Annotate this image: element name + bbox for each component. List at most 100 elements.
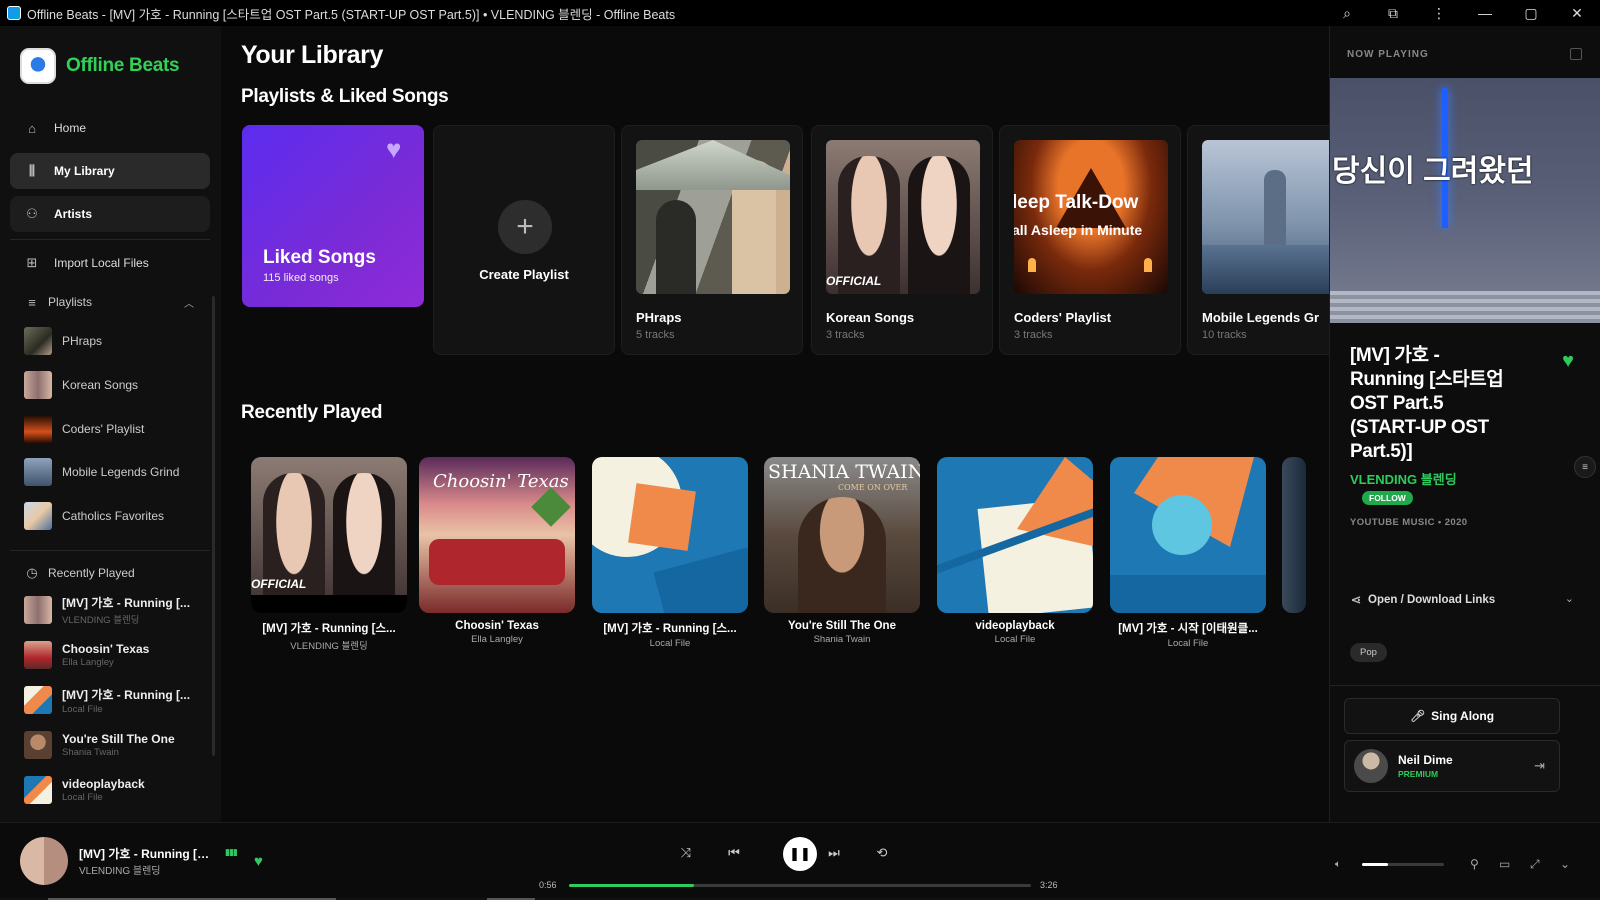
open-download-links[interactable]: ⋖ Open / Download Links xyxy=(1350,592,1550,608)
track-artwork xyxy=(1282,457,1306,613)
collapse-panel-icon[interactable] xyxy=(1570,48,1582,60)
player-track-artist[interactable]: VLENDING 블렌딩 xyxy=(79,862,161,877)
track-artist: Ella Langley xyxy=(62,657,114,668)
playlist-artwork: OFFICIAL xyxy=(826,140,980,294)
volume-icon[interactable]: 🔈︎ xyxy=(1335,859,1341,870)
player-track-title[interactable]: [MV] 가호 - Running [스... xyxy=(79,845,217,862)
main-content: Your Library Playlists & Liked Songs ♥ L… xyxy=(221,26,1329,822)
sidebar-recent-item[interactable]: [MV] 가호 - Running [... VLENDING 블렌딩 xyxy=(24,595,209,626)
track-artwork xyxy=(937,457,1093,613)
chevron-up-icon[interactable]: ︿ xyxy=(184,295,194,310)
sidebar-recent-item[interactable]: Choosin' Texas Ella Langley xyxy=(24,640,209,670)
section-title-playlists: Playlists & Liked Songs xyxy=(241,86,449,107)
heart-icon[interactable]: ♥ xyxy=(1562,350,1574,373)
sidebar-scrollbar[interactable] xyxy=(212,296,215,756)
sidebar-recent-item[interactable]: videoplayback Local File xyxy=(24,775,209,805)
sing-along-label: Sing Along xyxy=(1431,709,1495,723)
sidebar-recent-item[interactable]: [MV] 가호 - Running [... Local File xyxy=(24,685,209,715)
total-time: 3:26 xyxy=(1040,880,1058,890)
sidebar-recent-item[interactable]: You're Still The One Shania Twain xyxy=(24,730,209,760)
recent-card[interactable]: OFFICIAL [MV] 가호 - Running [스... VLENDIN… xyxy=(251,457,407,652)
track-title: You're Still The One xyxy=(62,732,175,746)
fullscreen-icon[interactable]: ⤢ xyxy=(1530,857,1540,872)
now-playing-meta: YOUTUBE MUSIC • 2020 xyxy=(1350,517,1468,528)
volume-slider[interactable] xyxy=(1362,863,1444,866)
sidebar: Offline Beats ⌂ Home ⫼ My Library ⚇ Arti… xyxy=(0,26,221,822)
liked-songs-title: Liked Songs xyxy=(263,247,376,268)
queue-icon[interactable]: ≡ xyxy=(1574,456,1596,478)
player-artwork[interactable] xyxy=(20,837,68,885)
next-icon[interactable]: ⏭︎ xyxy=(824,843,844,863)
track-title: [MV] 가호 - Running [... xyxy=(62,596,191,610)
app-logo[interactable]: Offline Beats xyxy=(20,48,180,84)
divider xyxy=(1330,685,1600,686)
nav-home[interactable]: ⌂ Home xyxy=(10,110,210,146)
track-artist: VLENDING 블렌딩 xyxy=(62,615,140,626)
extensions-icon[interactable]: ⧉ xyxy=(1370,0,1416,26)
playlist-name: Coders' Playlist xyxy=(62,422,145,436)
recent-card[interactable]: [MV] 가호 - 시작 [이태원클... Local File xyxy=(1110,457,1266,649)
playlist-title: Coders' Playlist xyxy=(1014,310,1112,325)
sidebar-playlist-item[interactable]: Catholics Favorites xyxy=(24,502,209,530)
playlist-card-korean-songs[interactable]: OFFICIAL Korean Songs 3 tracks xyxy=(811,125,993,355)
shuffle-icon[interactable]: ⤨ xyxy=(676,843,696,863)
recent-card[interactable]: SHANIA TWAIN COME ON OVER You're Still T… xyxy=(764,457,920,645)
sidebar-playlist-item[interactable]: Korean Songs xyxy=(24,371,209,399)
recent-card-partial[interactable] xyxy=(1282,457,1306,613)
more-options-icon[interactable]: ⋮ xyxy=(1416,0,1462,26)
search-icon[interactable]: ⌕ xyxy=(1324,0,1370,26)
sidebar-playlist-item[interactable]: Mobile Legends Grind xyxy=(24,458,209,486)
now-playing-artist[interactable]: VLENDING 블렌딩 xyxy=(1350,469,1457,488)
playlist-thumbnail xyxy=(24,502,52,530)
liked-songs-card[interactable]: ♥ Liked Songs 115 liked songs xyxy=(242,125,424,307)
track-title: [MV] 가호 - Running [스... xyxy=(262,623,396,635)
link-icon[interactable]: ⚲ xyxy=(1470,857,1479,871)
create-playlist-label: Create Playlist xyxy=(479,267,569,282)
maximize-button[interactable]: ▢ xyxy=(1508,0,1554,26)
import-local-files-button[interactable]: ⊞ Import Local Files xyxy=(10,245,210,281)
track-title: [MV] 가호 - Running [... xyxy=(62,687,191,702)
logout-icon[interactable]: ⇥ xyxy=(1534,758,1545,774)
genre-tag[interactable]: Pop xyxy=(1350,643,1387,662)
heart-icon[interactable]: ♥ xyxy=(254,853,263,870)
playlist-card-mobile-legends[interactable]: Mobile Legends Gr 10 tracks xyxy=(1187,125,1329,355)
recent-card[interactable]: Choosin' Texas Choosin' Texas Ella Langl… xyxy=(419,457,575,645)
playlist-track-count: 10 tracks xyxy=(1202,329,1247,341)
now-playing-panel: NOW PLAYING 당신이 그려왔던 [MV] 가호 - Running [… xyxy=(1329,26,1600,822)
progress-bar[interactable] xyxy=(569,884,1031,887)
playlist-thumbnail xyxy=(24,327,52,355)
playlists-header[interactable]: ≡ Playlists ︿ xyxy=(24,294,194,310)
plus-icon[interactable]: + xyxy=(498,200,552,254)
nav-my-library[interactable]: ⫼ My Library xyxy=(10,153,210,189)
sidebar-playlist-item[interactable]: Coders' Playlist xyxy=(24,415,209,443)
miniplayer-icon[interactable]: ▭ xyxy=(1499,857,1510,871)
minimize-button[interactable]: — xyxy=(1462,0,1508,26)
sing-along-button[interactable]: 🎤︎ Sing Along xyxy=(1344,698,1560,734)
repeat-icon[interactable]: ⟲ xyxy=(872,843,892,863)
previous-icon[interactable]: ⏮︎ xyxy=(724,843,744,863)
chevron-down-icon[interactable]: ⌄ xyxy=(1560,857,1570,871)
sidebar-playlist-item[interactable]: PHraps xyxy=(24,327,209,355)
pause-button[interactable]: ❚❚ xyxy=(783,837,817,871)
progress-fill xyxy=(569,884,694,887)
playlist-card-phraps[interactable]: PHraps 5 tracks xyxy=(621,125,803,355)
playlist-name: Korean Songs xyxy=(62,378,139,392)
create-playlist-card[interactable]: + Create Playlist xyxy=(433,125,615,355)
home-icon: ⌂ xyxy=(28,120,36,136)
playlists-header-label: Playlists xyxy=(48,295,93,309)
recent-card[interactable]: [MV] 가호 - Running [스... Local File xyxy=(592,457,748,649)
follow-button[interactable]: FOLLOW xyxy=(1362,491,1413,505)
playlist-track-count: 5 tracks xyxy=(636,329,675,341)
close-button[interactable]: ✕ xyxy=(1554,0,1600,26)
playlist-artwork: leep Talk-Dow all Asleep in Minute xyxy=(1014,140,1168,294)
heart-icon: ♥ xyxy=(386,134,402,164)
nav-artists[interactable]: ⚇ Artists xyxy=(10,196,210,232)
track-title: [MV] 가호 - Running [스... xyxy=(603,623,737,635)
artwork-text: leep Talk-Dow xyxy=(1014,192,1139,213)
playlist-card-coders-playlist[interactable]: leep Talk-Dow all Asleep in Minute Coder… xyxy=(999,125,1181,355)
recent-card[interactable]: videoplayback Local File xyxy=(937,457,1093,645)
track-artwork xyxy=(592,457,748,613)
chevron-down-icon[interactable]: ⌄ xyxy=(1565,592,1574,605)
user-account[interactable]: Neil Dime PREMIUM ⇥ xyxy=(1344,740,1560,792)
library-icon: ⫼ xyxy=(29,163,35,178)
